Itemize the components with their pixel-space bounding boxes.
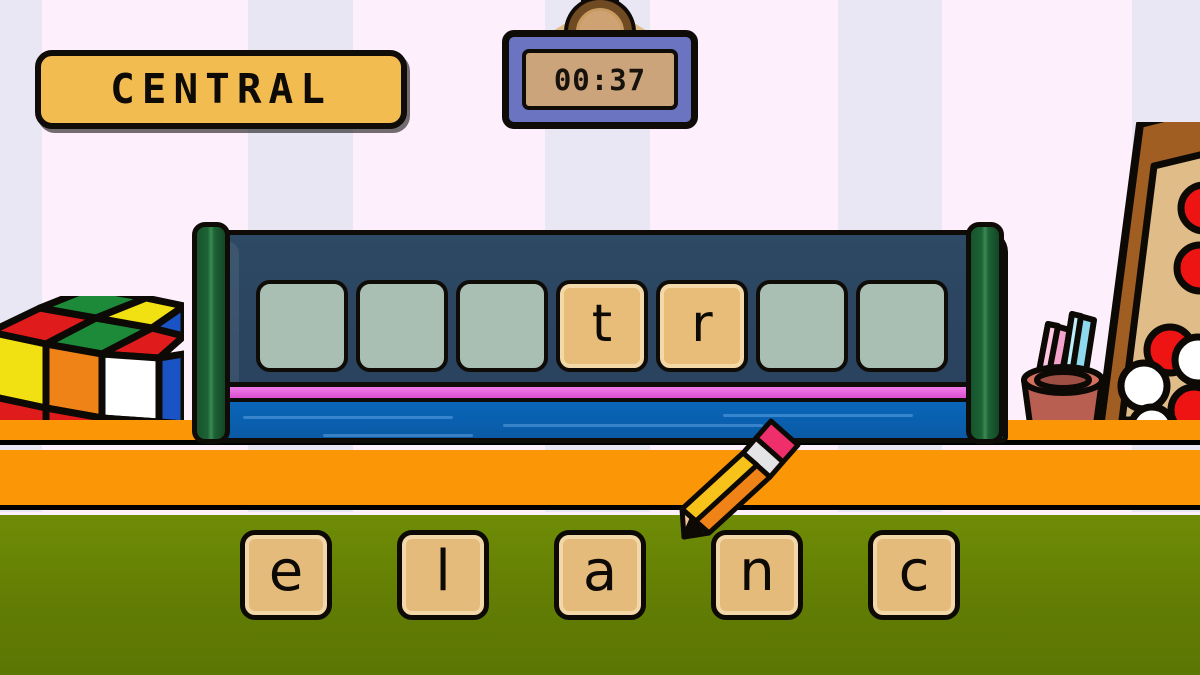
letter-tile[interactable]: c [868,530,960,620]
title-badge: CENTRAL [35,50,407,129]
letter-tile-label: a [582,539,618,604]
letter-tile[interactable]: n [711,530,803,620]
letter-tile-label: l [435,539,451,604]
board-post-right [966,222,1004,444]
answer-slot-row: t r [256,280,956,372]
answer-slot[interactable]: t [556,280,648,372]
answer-slot[interactable] [456,280,548,372]
answer-slot[interactable] [756,280,848,372]
timer-widget: 00:37 [498,0,702,132]
board-accent-stripe [203,387,1003,398]
timer-screen: 00:37 [522,49,678,110]
answer-slot-letter: t [591,294,613,354]
chalk-pot-icon [1014,300,1110,432]
word-board: t r [178,222,1028,444]
answer-slot[interactable] [256,280,348,372]
rubiks-cube-icon [0,296,184,428]
answer-slot[interactable] [356,280,448,372]
letter-tile-label: c [898,539,930,604]
timer-frame: 00:37 [502,30,698,129]
board-lower-band [203,402,1003,438]
board-post-left [192,222,230,444]
letter-tile-label: n [739,539,775,604]
letter-tile-label: e [268,539,304,604]
letter-tile[interactable]: a [554,530,646,620]
timer-value: 00:37 [553,62,647,97]
letter-tile[interactable]: l [397,530,489,620]
answer-slot[interactable]: r [656,280,748,372]
title-badge-label: CENTRAL [110,64,332,113]
answer-slot[interactable] [856,280,948,372]
letter-tile[interactable]: e [240,530,332,620]
letter-tray: e l a n c [240,530,960,620]
game-screen: CENTRAL 00:37 t r e l a n c [0,0,1200,675]
desk-surface [0,450,1200,510]
pencil-cursor-icon [670,415,810,540]
answer-slot-letter: r [691,294,713,354]
